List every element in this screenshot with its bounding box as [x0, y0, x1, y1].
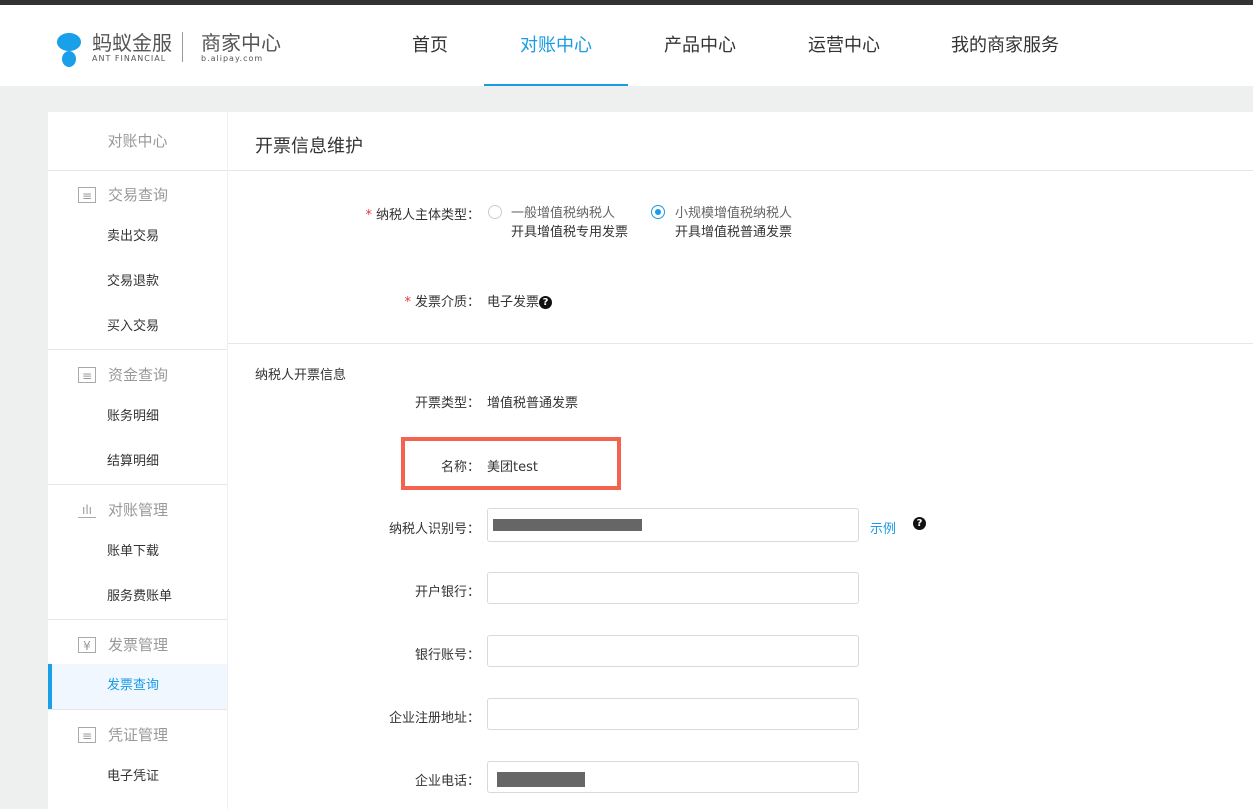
tax-id-input[interactable]	[487, 508, 859, 542]
sidebar-title: 对账中心	[107, 132, 168, 150]
phone-label: 企业电话：	[414, 774, 480, 789]
sidebar-item-e-voucher[interactable]: 电子凭证	[48, 755, 227, 799]
account-label: 银行账号：	[414, 648, 480, 663]
section-title: 纳税人开票信息	[255, 368, 347, 383]
nav-merchant-services[interactable]: 我的商家服务	[940, 5, 1070, 86]
sidebar-item-account-details[interactable]: 账务明细	[48, 395, 227, 439]
nav-home[interactable]: 首页	[395, 5, 465, 86]
nav-reconciliation[interactable]: 对账中心	[484, 5, 628, 86]
group-vouchers[interactable]: ≡ 凭证管理	[78, 724, 168, 745]
address-label: 企业注册地址：	[388, 711, 480, 726]
sidebar-item-settlement[interactable]: 结算明细	[48, 440, 227, 484]
invoice-type-label: 开票类型：	[414, 396, 480, 411]
bank-input[interactable]	[487, 572, 859, 604]
group-funds[interactable]: ≡ 资金查询	[78, 364, 168, 385]
sidebar-item-bill-download[interactable]: 账单下载	[48, 530, 227, 574]
name-label: 名称：	[440, 460, 480, 475]
sidebar-item-purchases[interactable]: 买入交易	[48, 305, 227, 349]
address-input[interactable]	[487, 698, 859, 730]
bar-chart-icon: ılı	[78, 502, 96, 518]
ant-logo-icon	[54, 19, 84, 75]
brand-cn: 蚂蚁金服	[92, 30, 172, 55]
document-icon: ≡	[78, 186, 96, 203]
page-title: 开票信息维护	[255, 136, 363, 157]
option-small[interactable]: 小规模增值税纳税人 开具增值税普通发票	[675, 204, 792, 242]
taxpayer-type-label: * 纳税人主体类型：	[365, 208, 480, 223]
group-invoices[interactable]: ¥ 发票管理	[78, 634, 168, 655]
main-panel: 开票信息维护 * 纳税人主体类型： 一般增值税纳税人 开具增值税专用发票 小规模增值…	[228, 112, 1253, 809]
tax-id-label: 纳税人识别号：	[388, 522, 480, 537]
help-icon[interactable]: ?	[913, 516, 926, 531]
sidebar-item-sales[interactable]: 卖出交易	[48, 215, 227, 259]
sidebar-item-refunds[interactable]: 交易退款	[48, 260, 227, 304]
invoice-type-value: 增值税普通发票	[487, 396, 579, 411]
nav-operations[interactable]: 运营中心	[794, 5, 894, 86]
example-link[interactable]: 示例	[870, 518, 896, 537]
redacted-block	[493, 519, 642, 531]
nav-products[interactable]: 产品中心	[650, 5, 750, 86]
group-transactions[interactable]: ≡ 交易查询	[78, 184, 168, 205]
brand-en: ANT FINANCIAL	[92, 53, 167, 63]
account-input[interactable]	[487, 635, 859, 667]
receipt-list-icon: ≡	[78, 726, 96, 743]
radio-general-taxpayer[interactable]	[488, 205, 502, 219]
medium-label: * 发票介质：	[404, 295, 480, 310]
sidebar-item-invoice-query[interactable]: 发票查询	[48, 664, 227, 709]
option-general[interactable]: 一般增值税纳税人 开具增值税专用发票	[511, 204, 628, 242]
help-icon[interactable]: ?	[539, 296, 553, 309]
phone-input[interactable]	[487, 761, 859, 793]
name-value: 美团test	[487, 460, 538, 475]
medium-value: 电子发票?	[487, 291, 553, 310]
radio-small-taxpayer[interactable]	[651, 205, 665, 219]
site-cn: 商家中心	[201, 30, 281, 55]
document-icon: ≡	[78, 366, 96, 383]
group-reconciliation[interactable]: ılı 对账管理	[78, 499, 168, 520]
sidebar: 对账中心 ≡ 交易查询 卖出交易 交易退款 买入交易 ≡ 资金查询 账务明细 结算明…	[48, 112, 227, 809]
site-url: b.alipay.com	[201, 53, 264, 63]
logo[interactable]: 蚂蚁金服 ANT FINANCIAL 商家中心 b.alipay.com	[54, 19, 281, 75]
bank-label: 开户银行：	[414, 585, 480, 600]
sidebar-item-service-fee[interactable]: 服务费账单	[48, 575, 227, 619]
yen-receipt-icon: ¥	[78, 636, 96, 653]
redacted-block	[497, 772, 585, 787]
